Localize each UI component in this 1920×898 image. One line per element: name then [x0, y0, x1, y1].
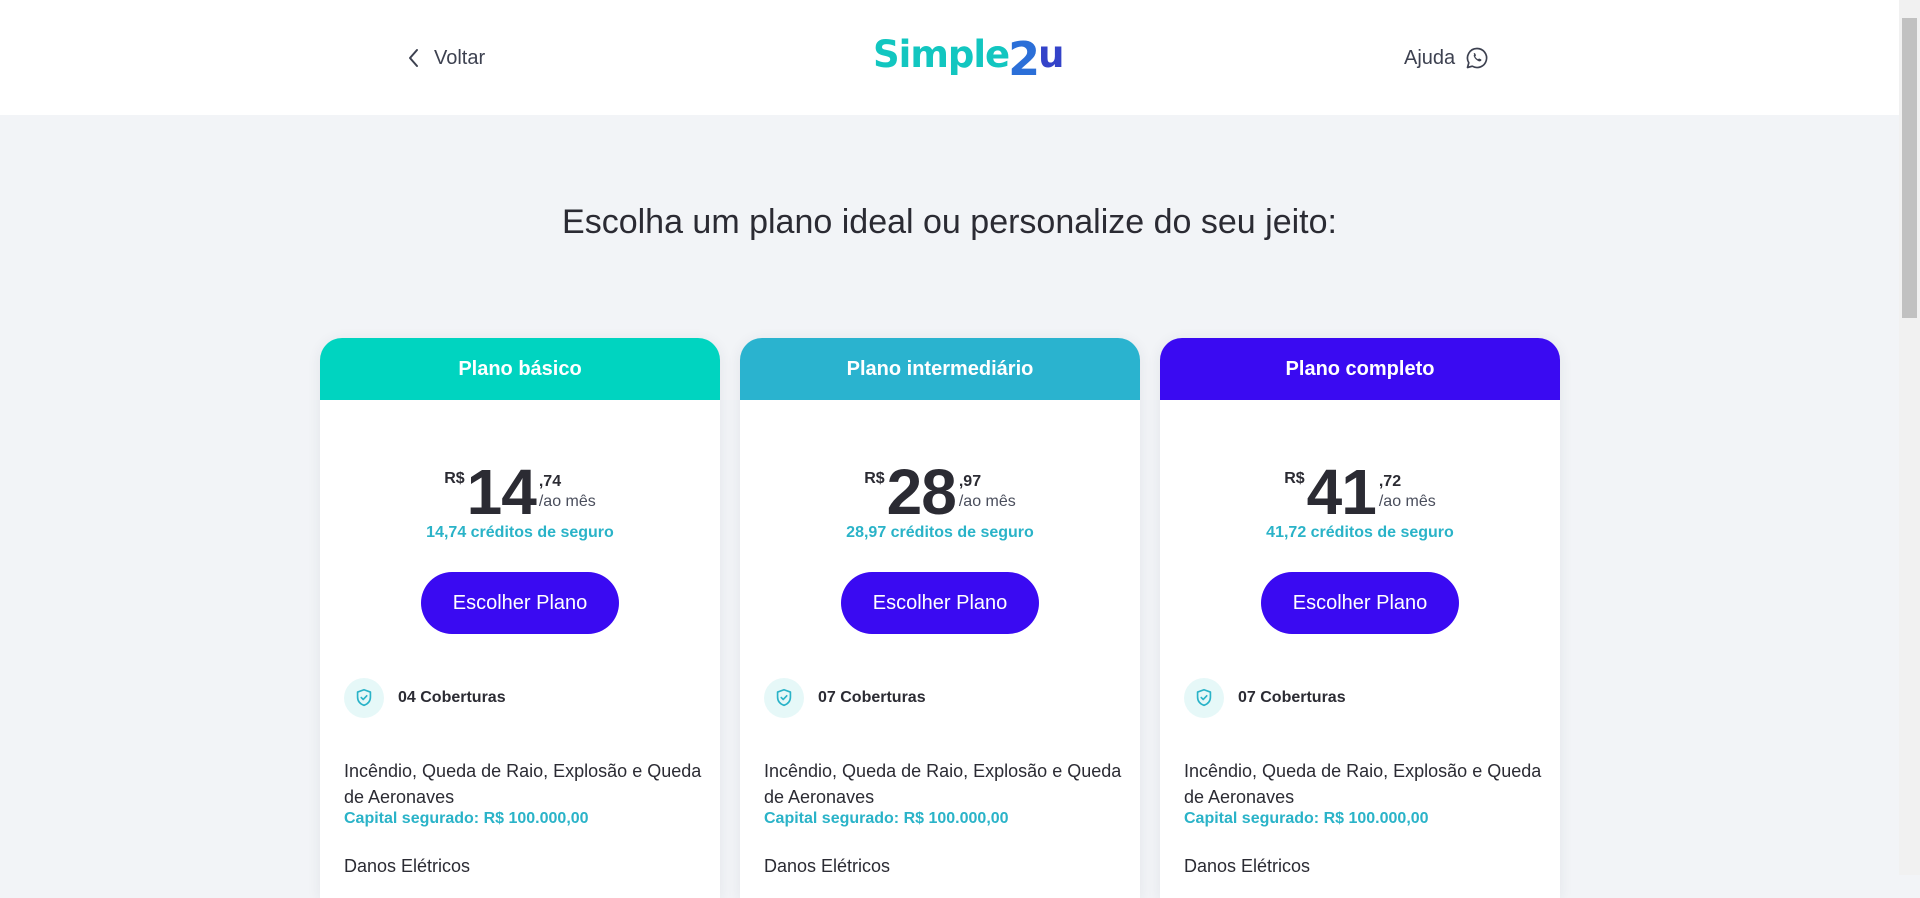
price-cents: ,97	[958, 473, 982, 490]
plan-credits: 14,74 créditos de seguro	[426, 524, 614, 541]
price-integer: 28	[886, 456, 957, 528]
coverage-next: Danos Elétricos	[1184, 856, 1311, 876]
coverages-summary: 04 Coberturas	[344, 678, 506, 718]
vertical-scrollbar[interactable]	[1899, 0, 1920, 875]
page-headline: Escolha um plano ideal ou personalize do…	[562, 203, 1337, 241]
coverages-count: 07 Coberturas	[818, 689, 926, 706]
plan-price: R$ 14 ,74 /ao mês	[320, 456, 720, 528]
plan-card-complete: Plano completo R$ 41 ,72 /ao mês 41,72 c…	[1160, 338, 1560, 898]
back-label: Voltar	[434, 46, 486, 69]
coverage-capital: Capital segurado: R$ 100.000,00	[1184, 810, 1429, 827]
price-integer: 14	[466, 456, 537, 528]
coverage-next: Danos Elétricos	[764, 856, 891, 876]
price-cents: ,74	[538, 473, 562, 490]
price-integer: 41	[1306, 456, 1377, 528]
price-period: /ao mês	[958, 493, 1016, 510]
shield-check-icon	[764, 678, 804, 718]
plan-card-intermediate: Plano intermediário R$ 28 ,97 /ao mês 28…	[740, 338, 1140, 898]
price-currency: R$	[1284, 470, 1305, 487]
price-period: /ao mês	[538, 493, 596, 510]
whatsapp-icon	[1466, 47, 1488, 69]
plan-title: Plano intermediário	[740, 338, 1140, 400]
coverages-summary: 07 Coberturas	[1184, 678, 1346, 718]
coverage-next: Danos Elétricos	[344, 856, 471, 876]
help-label: Ajuda	[1404, 46, 1456, 69]
coverages-count: 04 Coberturas	[398, 689, 506, 706]
plan-credits: 28,97 créditos de seguro	[846, 524, 1034, 541]
price-currency: R$	[444, 470, 465, 487]
chevron-left-icon	[409, 49, 418, 67]
simple2u-logo[interactable]: Simple 2 u	[873, 30, 1065, 84]
coverages-summary: 07 Coberturas	[764, 678, 926, 718]
choose-plan-button[interactable]: Escolher Plano	[1261, 572, 1459, 634]
top-bar: Voltar Simple 2 u Ajuda	[0, 0, 1899, 115]
choose-plan-button[interactable]: Escolher Plano	[421, 572, 619, 634]
plan-title: Plano básico	[320, 338, 720, 400]
coverages-count: 07 Coberturas	[1238, 689, 1346, 706]
price-period: /ao mês	[1378, 493, 1436, 510]
choose-plan-button[interactable]: Escolher Plano	[841, 572, 1039, 634]
scrollbar-thumb[interactable]	[1902, 18, 1917, 318]
coverage-capital: Capital segurado: R$ 100.000,00	[764, 810, 1009, 827]
plan-card-basic: Plano básico R$ 14 ,74 /ao mês 14,74 cré…	[320, 338, 720, 898]
help-link[interactable]: Ajuda	[1404, 43, 1489, 73]
plan-price: R$ 28 ,97 /ao mês	[740, 456, 1140, 528]
price-cents: ,72	[1378, 473, 1402, 490]
coverage-description: Incêndio, Queda de Raio, Explosão e Qued…	[1184, 761, 1542, 807]
price-currency: R$	[864, 470, 885, 487]
plan-credits: 41,72 créditos de seguro	[1266, 524, 1454, 541]
shield-check-icon	[344, 678, 384, 718]
coverage-capital: Capital segurado: R$ 100.000,00	[344, 810, 589, 827]
shield-check-icon	[1184, 678, 1224, 718]
coverage-description: Incêndio, Queda de Raio, Explosão e Qued…	[344, 761, 702, 807]
back-button[interactable]: Voltar	[404, 43, 485, 73]
coverage-description: Incêndio, Queda de Raio, Explosão e Qued…	[764, 761, 1122, 807]
plan-price: R$ 41 ,72 /ao mês	[1160, 456, 1560, 528]
plan-title: Plano completo	[1160, 338, 1560, 400]
